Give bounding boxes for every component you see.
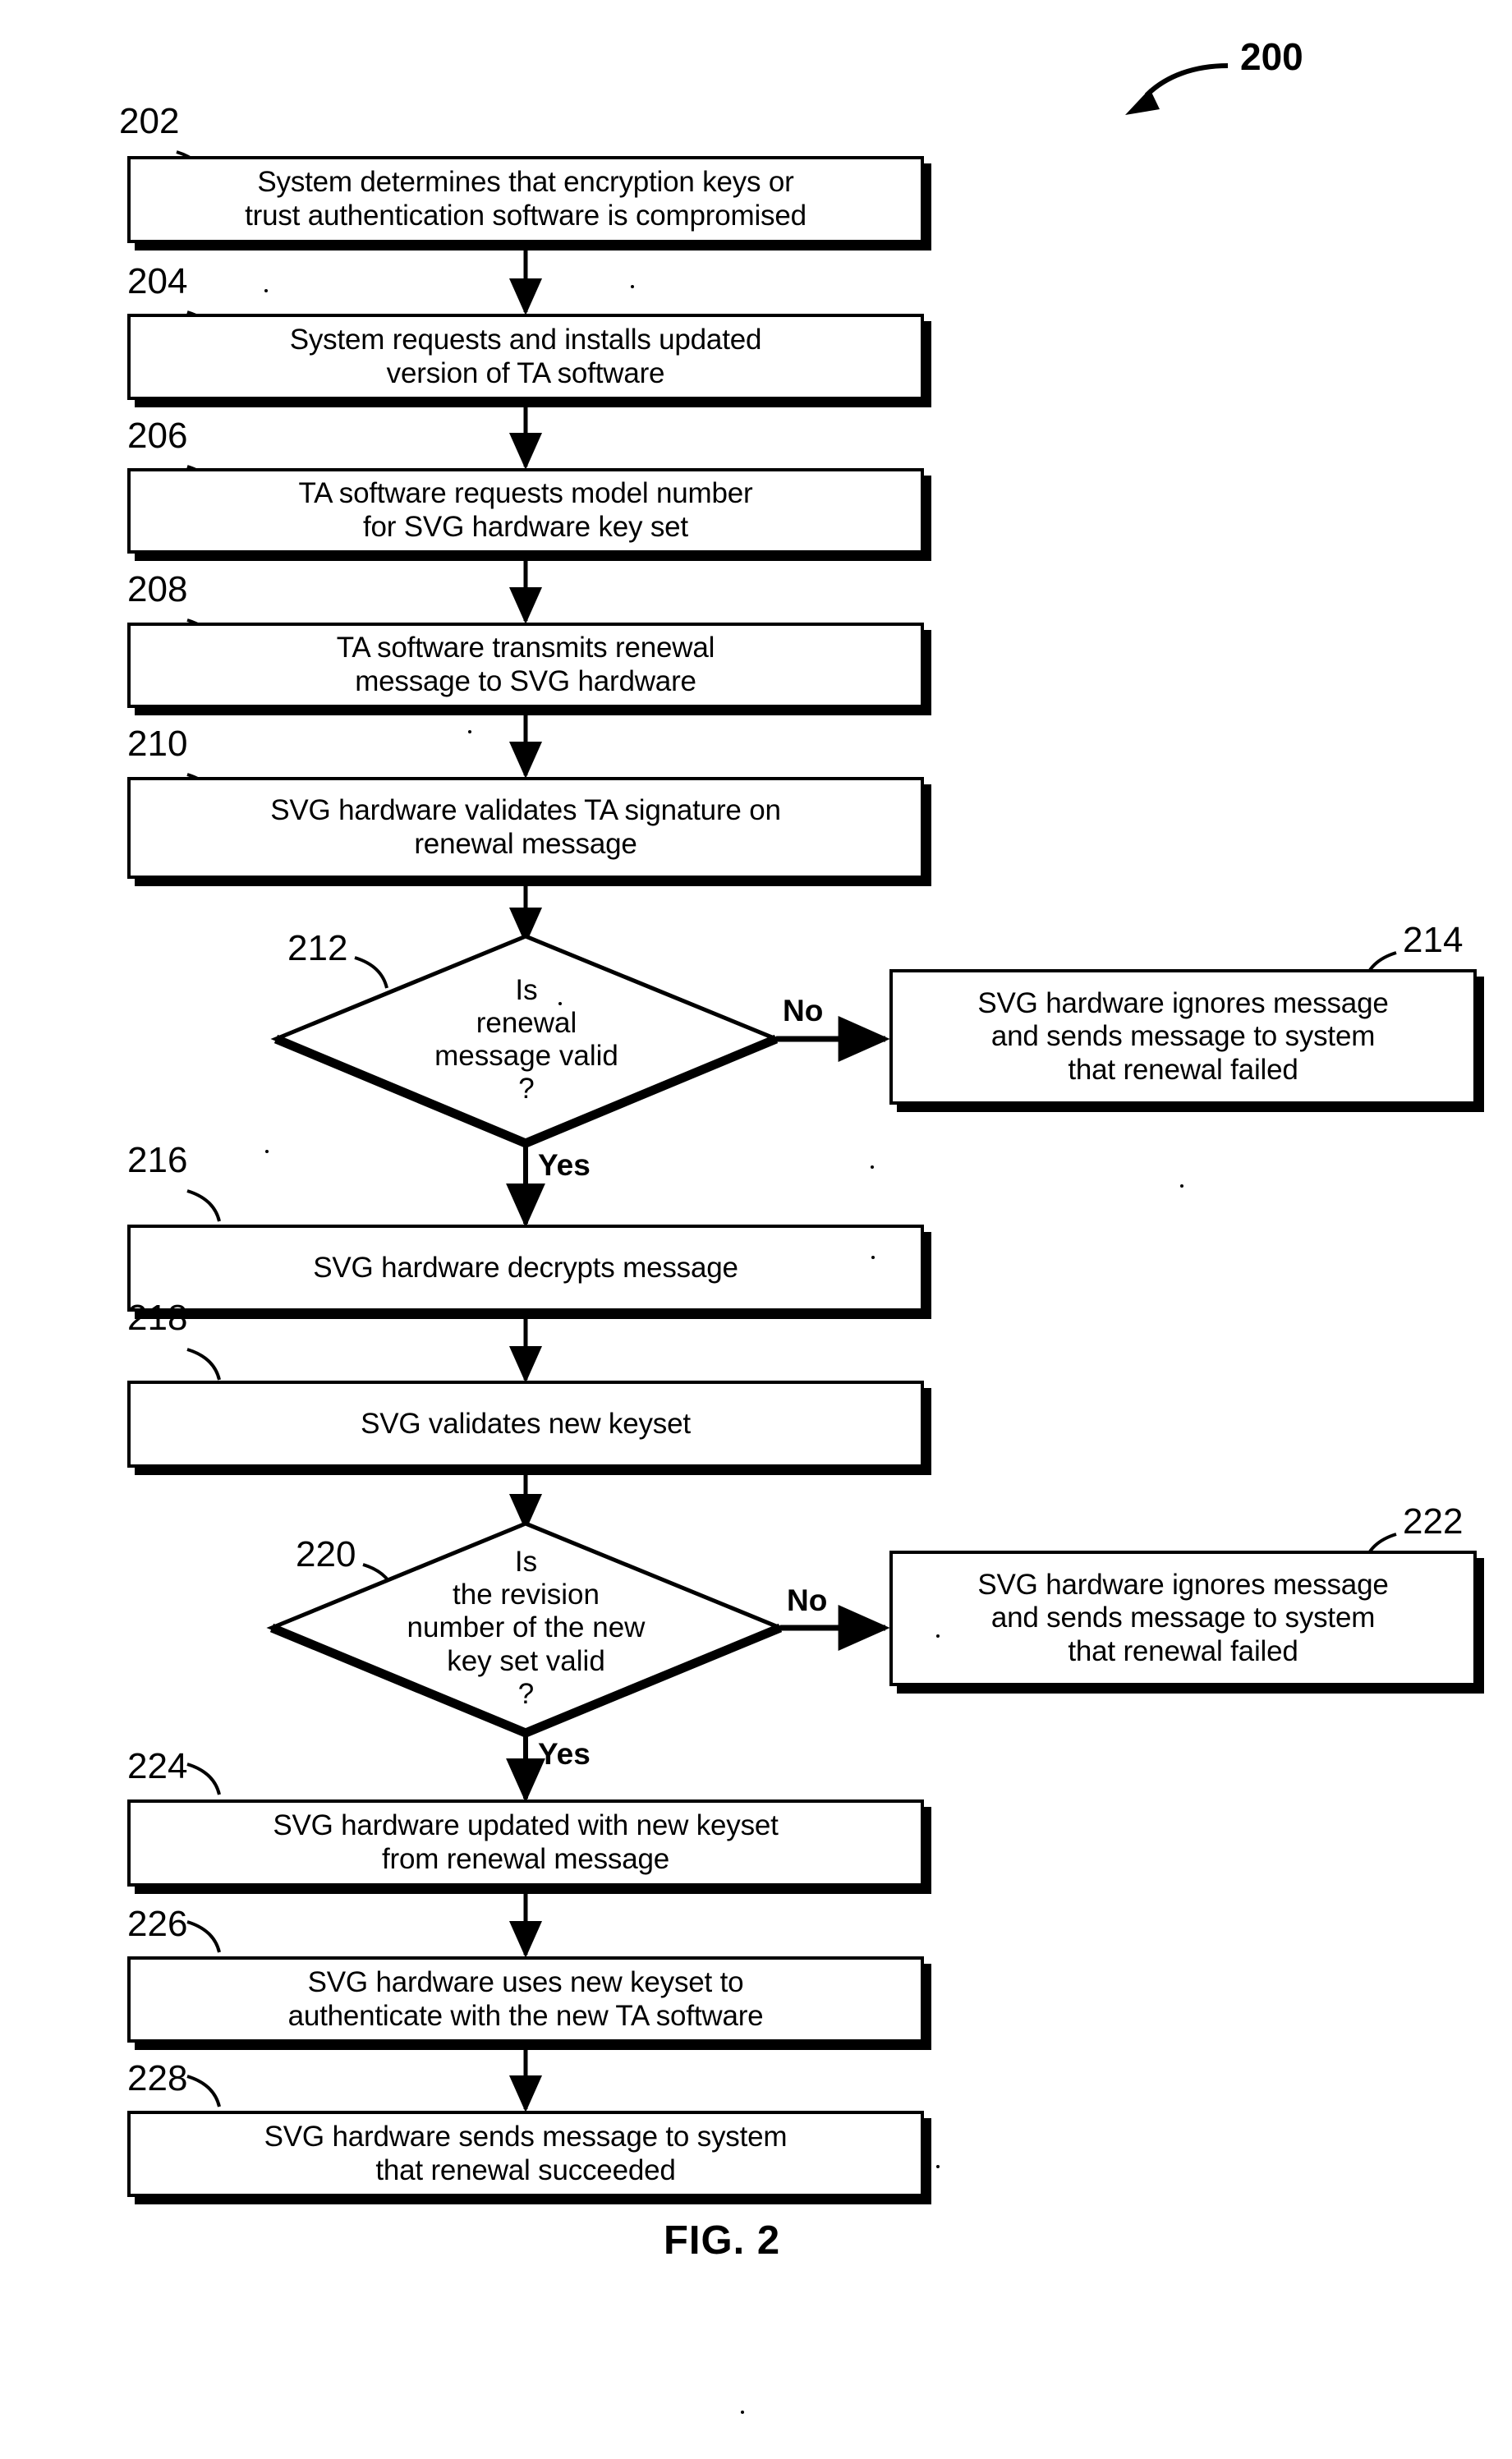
ref-numeral-210: 210 [127,724,188,764]
scan-speck [936,2165,940,2168]
scan-speck [936,1634,940,1638]
ref-numeral-206: 206 [127,416,188,456]
process-box-228-text: SVG hardware sends message to system tha… [264,2120,788,2186]
ref-numeral-228: 228 [127,2058,188,2098]
ref-numeral-226: 226 [127,1904,188,1944]
process-box-222-text: SVG hardware ignores message and sends m… [977,1568,1389,1667]
ref-numeral-222: 222 [1403,1501,1464,1542]
process-box-204: System requests and installs updated ver… [127,314,924,400]
process-box-208: TA software transmits renewal message to… [127,623,924,708]
process-box-222: SVG hardware ignores message and sends m… [889,1551,1477,1686]
ref-numeral-216: 216 [127,1140,188,1180]
ref-numeral-208: 208 [127,569,188,609]
ref-numeral-202: 202 [119,101,180,141]
process-box-210-text: SVG hardware validates TA signature on r… [270,794,781,860]
scan-speck [264,289,268,292]
process-box-206: TA software requests model number for SV… [127,468,924,554]
process-box-206-text: TA software requests model number for SV… [298,477,753,543]
ref-numeral-218: 218 [127,1298,188,1338]
process-box-218: SVG validates new keyset [127,1381,924,1468]
process-box-224-text: SVG hardware updated with new keyset fro… [273,1809,779,1875]
ref-numeral-214: 214 [1403,920,1464,960]
scan-speck [265,1150,269,1153]
process-box-216: SVG hardware decrypts message [127,1225,924,1312]
process-box-218-text: SVG validates new keyset [361,1407,691,1440]
process-box-216-text: SVG hardware decrypts message [313,1251,738,1284]
scan-speck [468,730,471,733]
decision-diamond-212: Is renewal message valid ? [276,936,777,1143]
ref-numeral-220: 220 [296,1534,356,1574]
figure-caption: FIG. 2 [664,2218,781,2263]
process-box-226: SVG hardware uses new keyset to authenti… [127,1956,924,2043]
process-box-210: SVG hardware validates TA signature on r… [127,777,924,879]
process-box-202: System determines that encryption keys o… [127,156,924,243]
process-box-224: SVG hardware updated with new keyset fro… [127,1799,924,1887]
decision-diamond-212-text: Is renewal message valid ? [434,973,618,1105]
scan-speck [558,1002,562,1005]
process-box-226-text: SVG hardware uses new keyset to authenti… [287,1965,764,2032]
process-box-208-text: TA software transmits renewal message to… [336,632,715,697]
process-box-214: SVG hardware ignores message and sends m… [889,969,1477,1105]
ref-numeral-224: 224 [127,1746,188,1786]
edge-label-yes-212: Yes [538,1148,591,1182]
scan-speck [631,285,634,288]
edge-label-no-212: No [783,994,824,1027]
edge-label-yes-220: Yes [538,1737,591,1771]
scan-speck [871,1256,875,1259]
figure-number: 200 [1240,35,1303,78]
edge-label-no-220: No [787,1583,828,1617]
ref-numeral-212: 212 [287,928,348,968]
process-box-228: SVG hardware sends message to system tha… [127,2111,924,2197]
process-box-204-text: System requests and installs updated ver… [289,323,762,389]
scan-speck [871,1165,874,1169]
figure-canvas: 200 System determines that encryption ke… [0,0,1512,2459]
scan-speck [1180,1184,1183,1188]
process-box-202-text: System determines that encryption keys o… [245,166,807,232]
process-box-214-text: SVG hardware ignores message and sends m… [977,986,1389,1086]
ref-numeral-204: 204 [127,261,188,301]
scan-speck [741,2411,744,2414]
